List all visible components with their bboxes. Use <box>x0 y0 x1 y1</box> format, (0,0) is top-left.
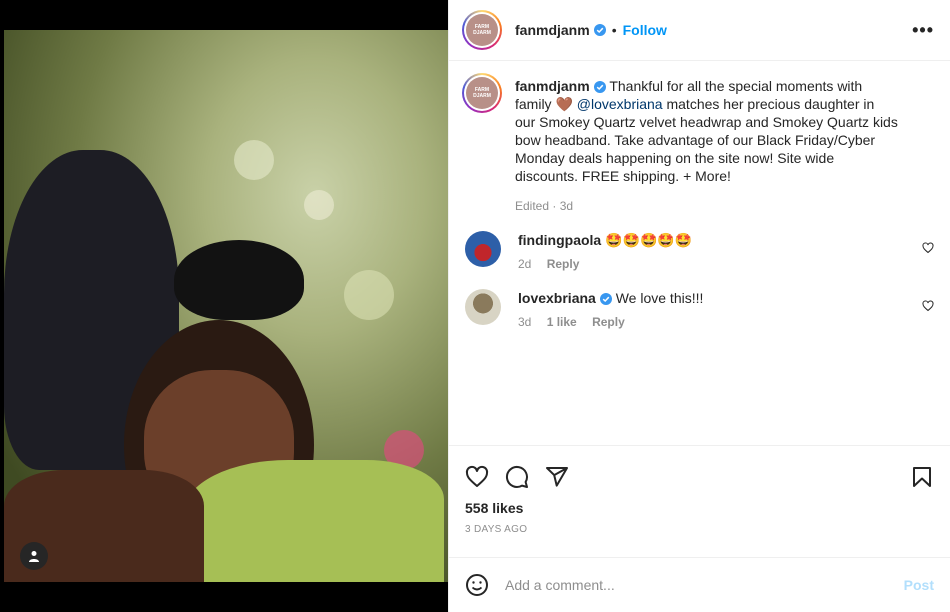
comment-time: 2d <box>518 257 532 271</box>
separator-dot: • <box>611 22 617 38</box>
verified-icon <box>593 81 606 93</box>
caption-text-continued: matches her precious daughter in our Smo… <box>515 96 898 184</box>
bow-shape <box>174 240 304 320</box>
heart-icon[interactable] <box>465 465 489 489</box>
author-avatar[interactable]: FARM DJARM <box>462 10 502 50</box>
comment-like-icon[interactable] <box>922 242 934 254</box>
bokeh-highlight <box>304 190 334 220</box>
emoji-icon[interactable] <box>465 573 489 597</box>
comment-item: lovexbriana We love this!!! 3d 1 like Re… <box>462 289 934 331</box>
caption-username[interactable]: fanmdjanm <box>515 78 590 94</box>
green-shirt-shape <box>184 460 444 582</box>
user-tag-icon <box>29 551 39 562</box>
brand-logo: FARM DJARM <box>466 77 498 109</box>
commenter-avatar[interactable] <box>465 289 501 325</box>
more-options-icon[interactable]: ••• <box>912 20 934 41</box>
commenter-username[interactable]: findingpaola <box>518 232 601 248</box>
share-icon[interactable] <box>545 465 569 489</box>
like-count[interactable]: 558 likes <box>449 496 950 516</box>
comment-icon[interactable] <box>505 465 529 489</box>
comment-text: 🤩🤩🤩🤩🤩 <box>605 232 693 248</box>
comments-section: FARM DJARM fanmdjanm Thankful for all th… <box>449 61 950 446</box>
commenter-avatar[interactable] <box>465 231 501 267</box>
reply-button[interactable]: Reply <box>547 257 580 271</box>
bookmark-icon[interactable] <box>910 465 934 489</box>
verified-icon <box>593 24 606 36</box>
post-image[interactable] <box>4 30 448 582</box>
caption-mention-link[interactable]: @lovexbriana <box>577 96 663 112</box>
commenter-username[interactable]: lovexbriana <box>518 290 596 306</box>
caption: FARM DJARM fanmdjanm Thankful for all th… <box>462 73 934 215</box>
bokeh-highlight <box>344 270 394 320</box>
comment-item: findingpaola 🤩🤩🤩🤩🤩 2d Reply <box>462 231 934 273</box>
bokeh-highlight <box>234 140 274 180</box>
heart-emoji: 🤎 <box>555 96 573 112</box>
post-date: 3 DAYS AGO <box>465 524 528 535</box>
reply-button[interactable]: Reply <box>592 315 625 329</box>
post-details-panel: FARM DJARM fanmdjanm • Follow ••• FARM D… <box>448 0 950 612</box>
post-comment-button[interactable]: Post <box>904 577 934 593</box>
user-tag-button[interactable] <box>20 542 48 570</box>
comment-input[interactable] <box>505 577 904 593</box>
verified-icon <box>599 293 612 305</box>
add-comment-bar: Post <box>449 557 950 612</box>
follow-button[interactable]: Follow <box>623 22 667 38</box>
comment-like-icon[interactable] <box>922 300 934 312</box>
brand-logo: FARM DJARM <box>466 14 498 46</box>
comment-like-count[interactable]: 1 like <box>547 315 577 329</box>
comment-time: 3d <box>518 315 532 329</box>
author-username[interactable]: fanmdjanm <box>515 22 590 38</box>
caption-meta: Edited · 3d <box>515 199 574 213</box>
post-photo[interactable] <box>0 0 448 612</box>
post-header: FARM DJARM fanmdjanm • Follow ••• <box>449 0 950 61</box>
caption-author-avatar[interactable]: FARM DJARM <box>462 73 502 113</box>
action-bar <box>449 446 950 496</box>
comment-text: We love this!!! <box>615 290 704 306</box>
